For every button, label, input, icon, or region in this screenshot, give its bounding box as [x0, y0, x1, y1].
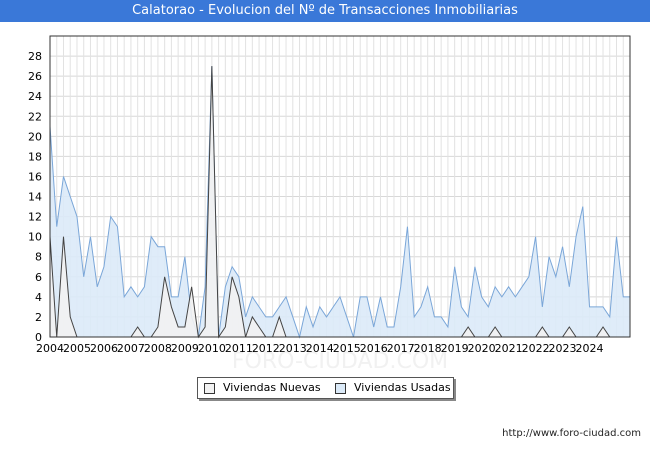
- legend-label-nuevas: Viviendas Nuevas: [223, 381, 321, 394]
- y-tick-label: 20: [28, 130, 42, 143]
- x-tick-label: 2012: [252, 342, 280, 355]
- footer-url: http://www.foro-ciudad.com: [502, 428, 641, 439]
- x-tick-label: 2016: [360, 342, 388, 355]
- x-tick-label: 2013: [279, 342, 307, 355]
- legend-label-usadas: Viviendas Usadas: [354, 381, 451, 394]
- chart-legend: Viviendas Nuevas Viviendas Usadas: [197, 377, 454, 399]
- chart-plot-area: FORO-CIUDAD.COM 024681012141618202224262…: [28, 35, 631, 374]
- x-axis-labels: 2004200520062007200820092010201120122013…: [36, 342, 604, 355]
- y-tick-label: 8: [35, 251, 42, 264]
- y-tick-label: 2: [35, 311, 42, 324]
- x-tick-label: 2009: [171, 342, 199, 355]
- y-tick-label: 22: [28, 110, 42, 123]
- x-tick-label: 2021: [495, 342, 523, 355]
- y-tick-label: 18: [28, 150, 42, 163]
- legend-item-viviendas-nuevas: Viviendas Nuevas: [204, 378, 321, 398]
- x-tick-label: 2018: [414, 342, 442, 355]
- y-tick-label: 26: [28, 70, 42, 83]
- y-tick-label: 24: [28, 90, 42, 103]
- legend-item-viviendas-usadas: Viviendas Usadas: [335, 378, 451, 398]
- x-tick-label: 2019: [441, 342, 469, 355]
- x-tick-label: 2023: [549, 342, 577, 355]
- x-tick-label: 2020: [468, 342, 496, 355]
- y-tick-label: 10: [28, 231, 42, 244]
- x-tick-label: 2014: [306, 342, 334, 355]
- chart-grid: [49, 36, 631, 338]
- y-tick-label: 4: [35, 291, 42, 304]
- x-tick-label: 2011: [225, 342, 253, 355]
- x-tick-label: 2022: [522, 342, 550, 355]
- x-tick-label: 2008: [144, 342, 172, 355]
- x-tick-label: 2007: [117, 342, 145, 355]
- legend-swatch-nuevas: [204, 382, 215, 394]
- x-tick-label: 2024: [576, 342, 604, 355]
- x-tick-label: 2005: [63, 342, 91, 355]
- y-tick-label: 28: [28, 50, 42, 63]
- y-tick-label: 12: [28, 211, 42, 224]
- y-tick-label: 16: [28, 170, 42, 183]
- x-tick-label: 2015: [333, 342, 361, 355]
- x-tick-label: 2017: [387, 342, 415, 355]
- x-tick-label: 2004: [36, 342, 64, 355]
- legend-swatch-usadas: [335, 382, 346, 394]
- y-tick-label: 14: [28, 191, 42, 204]
- x-tick-label: 2010: [198, 342, 226, 355]
- y-tick-label: 6: [35, 271, 42, 284]
- chart-title: Calatorao - Evolucion del Nº de Transacc…: [0, 0, 650, 22]
- y-axis-labels: 0246810121416182022242628: [28, 50, 42, 344]
- x-tick-label: 2006: [90, 342, 118, 355]
